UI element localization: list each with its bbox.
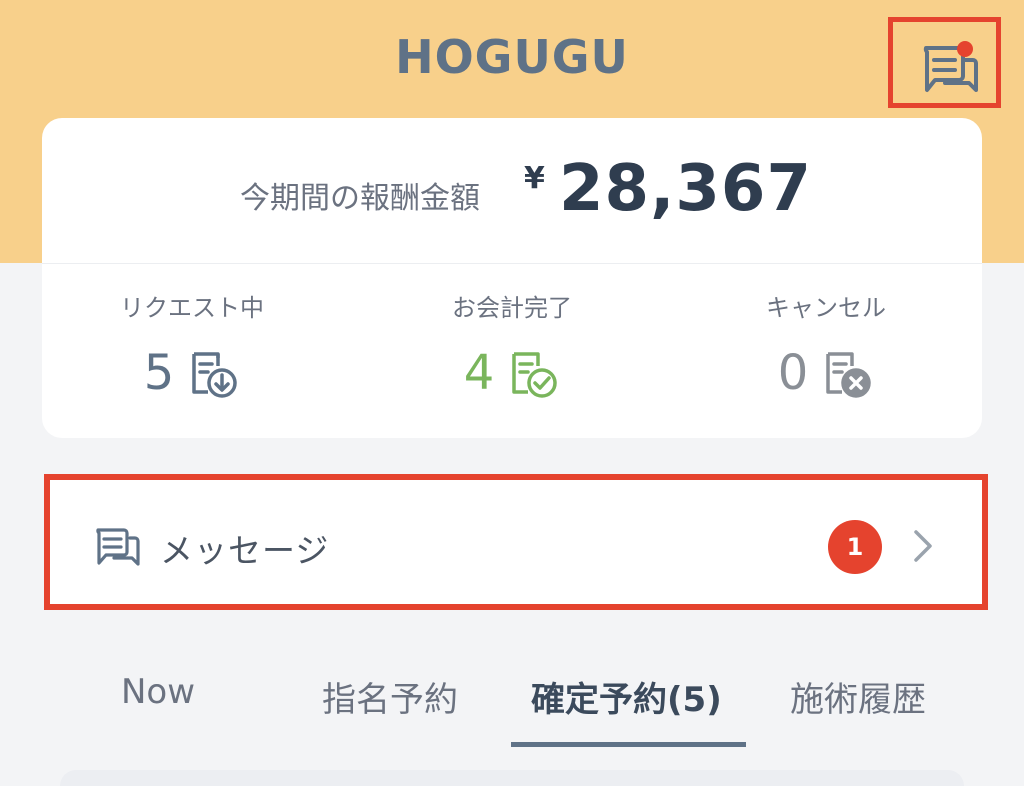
booking-list-card <box>60 770 964 786</box>
tab-confirmed-booking[interactable]: 確定予約(5) <box>531 672 722 721</box>
stat-label: キャンセル <box>766 294 886 322</box>
chat-bubbles-icon <box>923 41 978 92</box>
stat-cancelled[interactable]: キャンセル 0 <box>676 283 976 413</box>
app-title: HOGUGU <box>395 30 629 84</box>
stat-payment-complete[interactable]: お会計完了 4 <box>362 283 662 413</box>
chat-bubbles-icon <box>96 528 140 566</box>
divider <box>42 263 982 264</box>
tab-now[interactable]: Now <box>121 672 195 712</box>
stat-label: お会計完了 <box>452 294 572 322</box>
app-screen: HOGUGU 今期間の報酬金額 ¥ 28,367 リクエスト中 5 お会計完了 … <box>0 0 1024 786</box>
message-label: メッセージ <box>160 531 330 570</box>
stat-requesting[interactable]: リクエスト中 5 <box>42 283 342 413</box>
document-cancel-icon <box>826 352 872 398</box>
stat-label: リクエスト中 <box>120 294 264 322</box>
document-download-icon <box>192 352 238 398</box>
header-message-button[interactable] <box>888 17 1001 108</box>
message-row[interactable]: メッセージ 1 <box>44 474 988 610</box>
stat-value: 4 <box>463 345 495 401</box>
tab-nominated-booking[interactable]: 指名予約 <box>322 672 458 721</box>
reward-summary-card: 今期間の報酬金額 ¥ 28,367 リクエスト中 5 お会計完了 4 キャンセル… <box>42 118 982 438</box>
document-check-icon <box>512 352 558 398</box>
currency-symbol: ¥ <box>524 161 545 196</box>
stat-value: 5 <box>143 345 175 401</box>
active-tab-indicator <box>511 742 746 747</box>
reward-label: 今期間の報酬金額 <box>240 181 480 216</box>
chevron-right-icon <box>914 530 932 562</box>
reward-total: 今期間の報酬金額 ¥ 28,367 <box>42 118 982 263</box>
reward-amount: 28,367 <box>559 152 812 226</box>
unread-count-badge: 1 <box>828 520 882 574</box>
tab-treatment-history[interactable]: 施術履歴 <box>790 672 926 721</box>
stat-value: 0 <box>777 345 809 401</box>
unread-dot <box>957 41 973 57</box>
